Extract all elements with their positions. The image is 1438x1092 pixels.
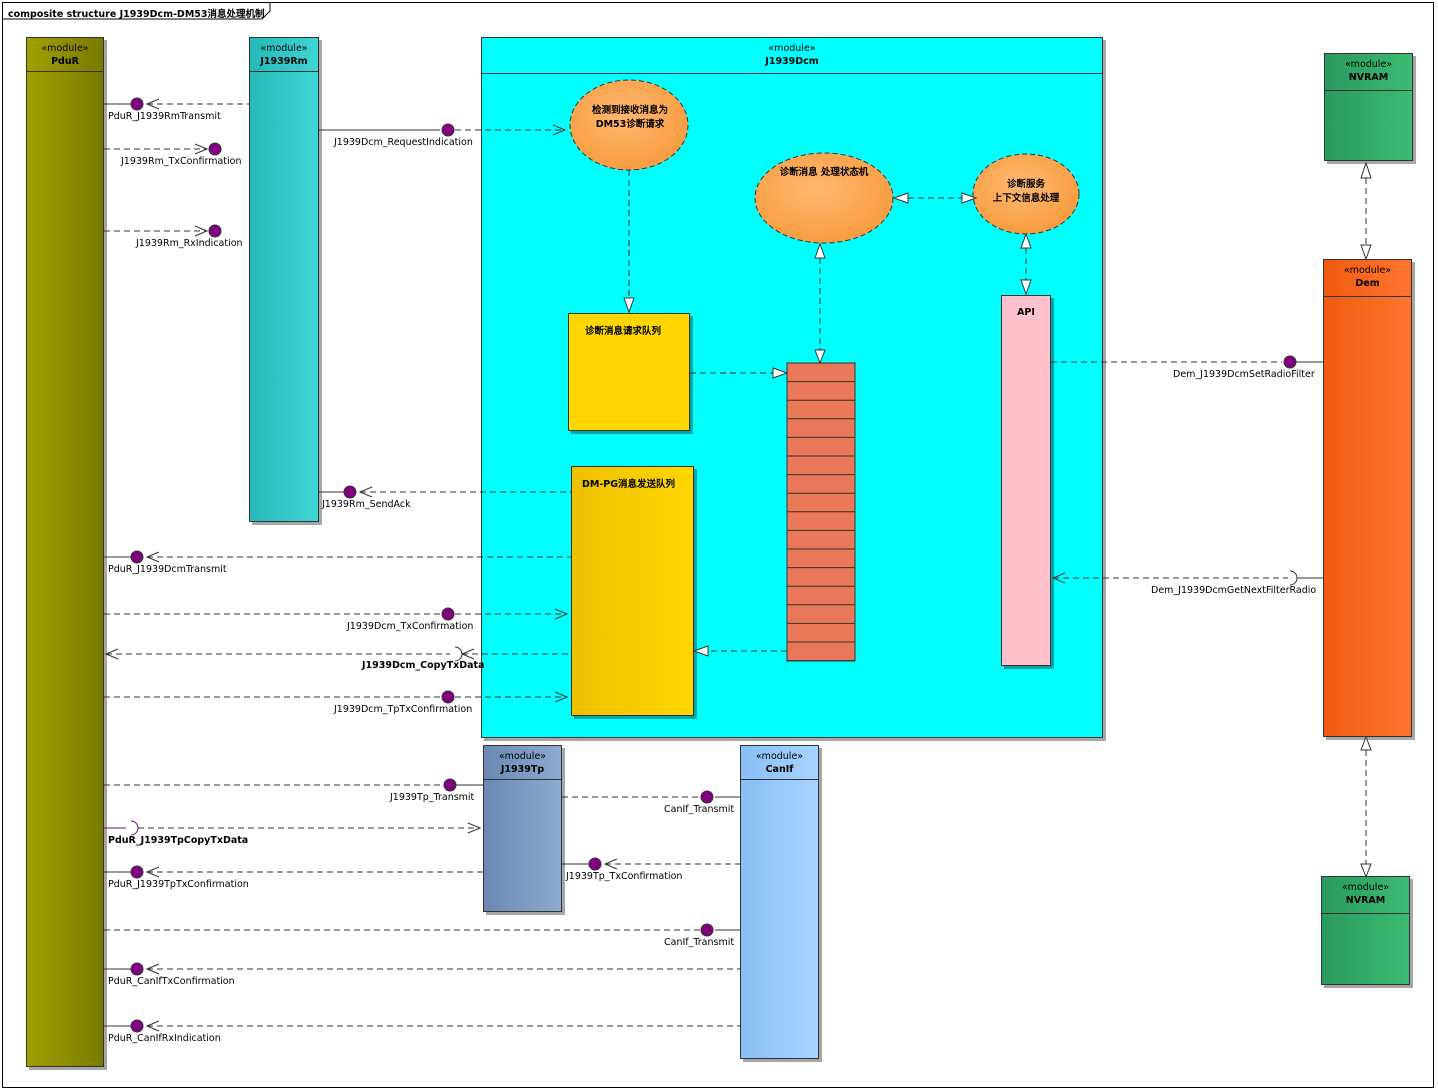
- port-j1939rm-rxindication[interactable]: [208, 224, 222, 238]
- label-pdur-j1939dcmtransmit: PduR_J1939DcmTransmit: [108, 564, 227, 575]
- label-j1939dcm-requestindication: J1939Dcm_RequestIndication: [334, 137, 473, 148]
- port-pdur-j1939rmtransmit[interactable]: [130, 97, 144, 111]
- port-j1939rm-txconfirmation[interactable]: [208, 142, 222, 156]
- label-j1939rm-rxindication: J1939Rm_RxIndication: [136, 238, 243, 249]
- label-pdur-j1939tptxconfirmation: PduR_J1939TpTxConfirmation: [108, 879, 249, 890]
- part-fifo-buffer[interactable]: [786, 362, 856, 662]
- part-detect-request-label: 检测到接收消息为 DM53诊断请求: [591, 105, 668, 130]
- port-j1939tp-transmit[interactable]: [443, 778, 457, 792]
- label-j1939rm-sendack: J1939Rm_SendAck: [322, 499, 411, 510]
- port-j1939dcm-txconfirmation[interactable]: [441, 607, 455, 621]
- part-context-handling-label: 诊断服务 上下文信息处理: [992, 179, 1060, 204]
- label-j1939dcm-copytxdata: J1939Dcm_CopyTxData: [362, 660, 485, 671]
- port-canif-transmit-1[interactable]: [700, 790, 714, 804]
- label-canif-transmit-1: CanIf_Transmit: [664, 804, 735, 815]
- port-dem-setradiofilter[interactable]: [1283, 355, 1297, 369]
- port-j1939tp-txconfirmation[interactable]: [588, 857, 602, 871]
- label-dem-setradiofilter: Dem_J1939DcmSetRadioFilter: [1173, 369, 1315, 380]
- label-canif-transmit-2: CanIf_Transmit: [664, 937, 735, 948]
- label-pdur-j1939rmtransmit: PduR_J1939RmTransmit: [108, 111, 221, 122]
- port-pdur-j1939tptxconfirmation[interactable]: [130, 865, 144, 879]
- label-pdur-caniftxconfirmation: PduR_CanIfTxConfirmation: [108, 976, 235, 987]
- label-pdur-j1939tpcopytxdata: PduR_J1939TpCopyTxData: [108, 835, 249, 846]
- socket-pdur-j1939tpcopytxdata[interactable]: [130, 820, 139, 836]
- label-j1939tp-txconfirmation: J1939Tp_TxConfirmation: [566, 871, 683, 882]
- port-pdur-caniftxconfirmation[interactable]: [130, 962, 144, 976]
- port-j1939dcm-tptxconfirmation[interactable]: [441, 690, 455, 704]
- part-state-machine-label: 诊断消息 处理状态机: [779, 167, 869, 178]
- port-pdur-canifrxindication[interactable]: [130, 1019, 144, 1033]
- port-pdur-j1939dcmtransmit[interactable]: [130, 550, 144, 564]
- label-j1939dcm-txconfirmation: J1939Dcm_TxConfirmation: [347, 621, 474, 632]
- label-dem-getnextfilterradio: Dem_J1939DcmGetNextFilterRadio: [1151, 585, 1317, 596]
- label-pdur-canifrxindication: PduR_CanIfRxIndication: [108, 1033, 221, 1044]
- socket-dem-getnextfilterradio[interactable]: [1289, 570, 1298, 586]
- port-j1939rm-sendack[interactable]: [343, 485, 357, 499]
- label-j1939rm-txconfirmation: J1939Rm_TxConfirmation: [121, 156, 242, 167]
- label-j1939dcm-tptxconfirmation: J1939Dcm_TpTxConfirmation: [334, 704, 473, 715]
- label-j1939tp-transmit: J1939Tp_Transmit: [390, 792, 475, 803]
- port-j1939dcm-requestindication[interactable]: [441, 123, 455, 137]
- port-canif-transmit-2[interactable]: [700, 923, 714, 937]
